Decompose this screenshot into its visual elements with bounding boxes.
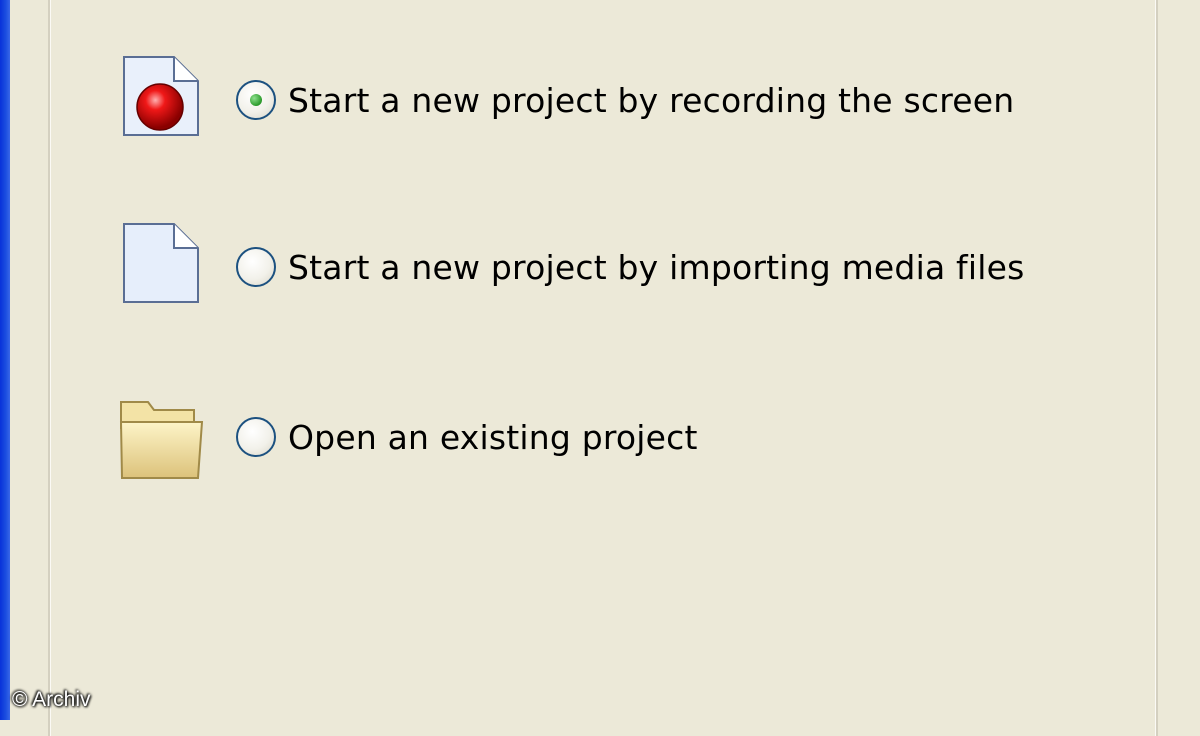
copyright-watermark: © Archiv xyxy=(12,688,91,711)
option-open-existing-label: Open an existing project xyxy=(288,417,698,457)
option-import-media[interactable]: Start a new project by importing media f… xyxy=(118,222,1078,312)
option-record-screen-label: Start a new project by recording the scr… xyxy=(288,80,1015,120)
window-right-area xyxy=(1158,0,1200,720)
folder-icon xyxy=(118,392,208,482)
blank-document-icon xyxy=(118,222,208,312)
window-left-border xyxy=(0,0,10,720)
radio-open-existing[interactable] xyxy=(236,417,276,457)
radio-import-media[interactable] xyxy=(236,247,276,287)
option-open-existing[interactable]: Open an existing project xyxy=(118,392,1078,482)
option-record-screen[interactable]: Start a new project by recording the scr… xyxy=(118,55,1078,145)
radio-record-screen[interactable] xyxy=(236,80,276,120)
record-document-icon xyxy=(118,55,208,145)
option-import-media-label: Start a new project by importing media f… xyxy=(288,247,1025,287)
